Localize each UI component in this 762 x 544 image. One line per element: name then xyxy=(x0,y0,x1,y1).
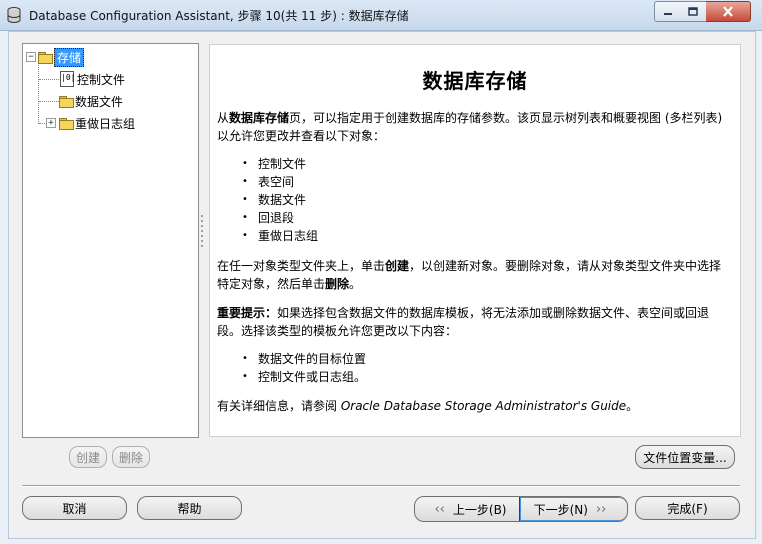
cancel-button[interactable]: 取消 xyxy=(22,496,127,520)
intro-text: 从数据库存储页，可以指定用于创建数据库的存储参数。该页显示树列表和概要视图 (多… xyxy=(217,111,723,143)
storage-tree[interactable]: − 存储 |0| 控制文件 数据文件 + 重做日志组 xyxy=(22,43,199,438)
chevron-right-icon: ›› xyxy=(595,501,607,517)
folder-icon xyxy=(59,117,74,130)
tree-connector xyxy=(38,62,39,124)
window-title: Database Configuration Assistant, 步骤 10(… xyxy=(29,9,409,23)
tree-item-label: 数据文件 xyxy=(75,94,124,109)
help-button[interactable]: 帮助 xyxy=(137,496,242,520)
navigation-buttons: ‹‹ 上一步(B) 下一步(N) ›› xyxy=(414,496,628,522)
finish-button[interactable]: 完成(F) xyxy=(635,496,740,520)
important-note: 重要提示：如果选择包含数据文件的数据库模板，将无法添加或删除数据文件、表空间或回… xyxy=(217,306,710,338)
list-item: 重做日志组 xyxy=(242,227,318,245)
tree-connector xyxy=(39,79,59,80)
file-location-variables-button[interactable]: 文件位置变量... xyxy=(635,445,735,469)
next-button[interactable]: 下一步(N) ›› xyxy=(519,497,627,521)
object-list: 控制文件 表空间 数据文件 回退段 重做日志组 xyxy=(242,155,318,245)
tree-item-redo-log-groups[interactable]: 重做日志组 xyxy=(59,114,135,132)
list-item: 数据文件 xyxy=(242,191,318,209)
panel-splitter[interactable] xyxy=(201,215,204,251)
expand-toggle[interactable]: + xyxy=(46,118,56,128)
database-app-icon xyxy=(7,7,21,23)
tree-item-control-files[interactable]: |0| 控制文件 xyxy=(60,70,125,88)
tree-connector xyxy=(39,123,45,124)
folder-icon xyxy=(59,95,74,108)
create-button[interactable]: 创建 xyxy=(69,446,107,468)
tree-item-data-files[interactable]: 数据文件 xyxy=(59,92,123,110)
tree-item-label: 控制文件 xyxy=(77,72,126,87)
tree-item-storage[interactable]: 存储 xyxy=(38,47,85,67)
tree-item-label: 存储 xyxy=(54,47,85,67)
control-file-icon: |0| xyxy=(60,71,75,87)
minimize-button[interactable] xyxy=(654,1,682,22)
page-title: 数据库存储 xyxy=(422,69,528,93)
close-button[interactable] xyxy=(706,1,751,22)
list-item: 回退段 xyxy=(242,209,318,227)
delete-button[interactable]: 删除 xyxy=(112,446,150,468)
maximize-icon xyxy=(688,7,698,16)
list-item: 控制文件或日志组。 xyxy=(242,368,366,386)
list-item: 数据文件的目标位置 xyxy=(242,350,366,368)
collapse-toggle[interactable]: − xyxy=(26,52,36,62)
chevron-left-icon: ‹‹ xyxy=(434,501,445,517)
create-delete-text: 在任一对象类型文件夹上，单击创建，以创建新对象。要删除对象，请从对象类型文件夹中… xyxy=(217,259,722,291)
changeable-list: 数据文件的目标位置 控制文件或日志组。 xyxy=(242,350,366,386)
list-item: 表空间 xyxy=(242,173,318,191)
divider xyxy=(22,485,740,487)
back-button[interactable]: ‹‹ 上一步(B) xyxy=(415,497,518,521)
maximize-button[interactable] xyxy=(680,1,707,22)
minimize-icon xyxy=(664,12,672,15)
more-info-text: 有关详细信息，请参阅 Oracle Database Storage Admin… xyxy=(217,399,639,413)
title-bar: Database Configuration Assistant, 步骤 10(… xyxy=(0,0,762,31)
close-icon xyxy=(723,6,733,17)
next-button-label: 下一步(N) xyxy=(533,502,588,517)
back-button-label: 上一步(B) xyxy=(452,502,507,517)
tree-connector xyxy=(39,101,59,102)
tree-item-label: 重做日志组 xyxy=(75,116,136,131)
help-content-panel: 数据库存储 从数据库存储页，可以指定用于创建数据库的存储参数。该页显示树列表和概… xyxy=(209,44,741,437)
list-item: 控制文件 xyxy=(242,155,318,173)
open-folder-icon xyxy=(38,51,53,64)
